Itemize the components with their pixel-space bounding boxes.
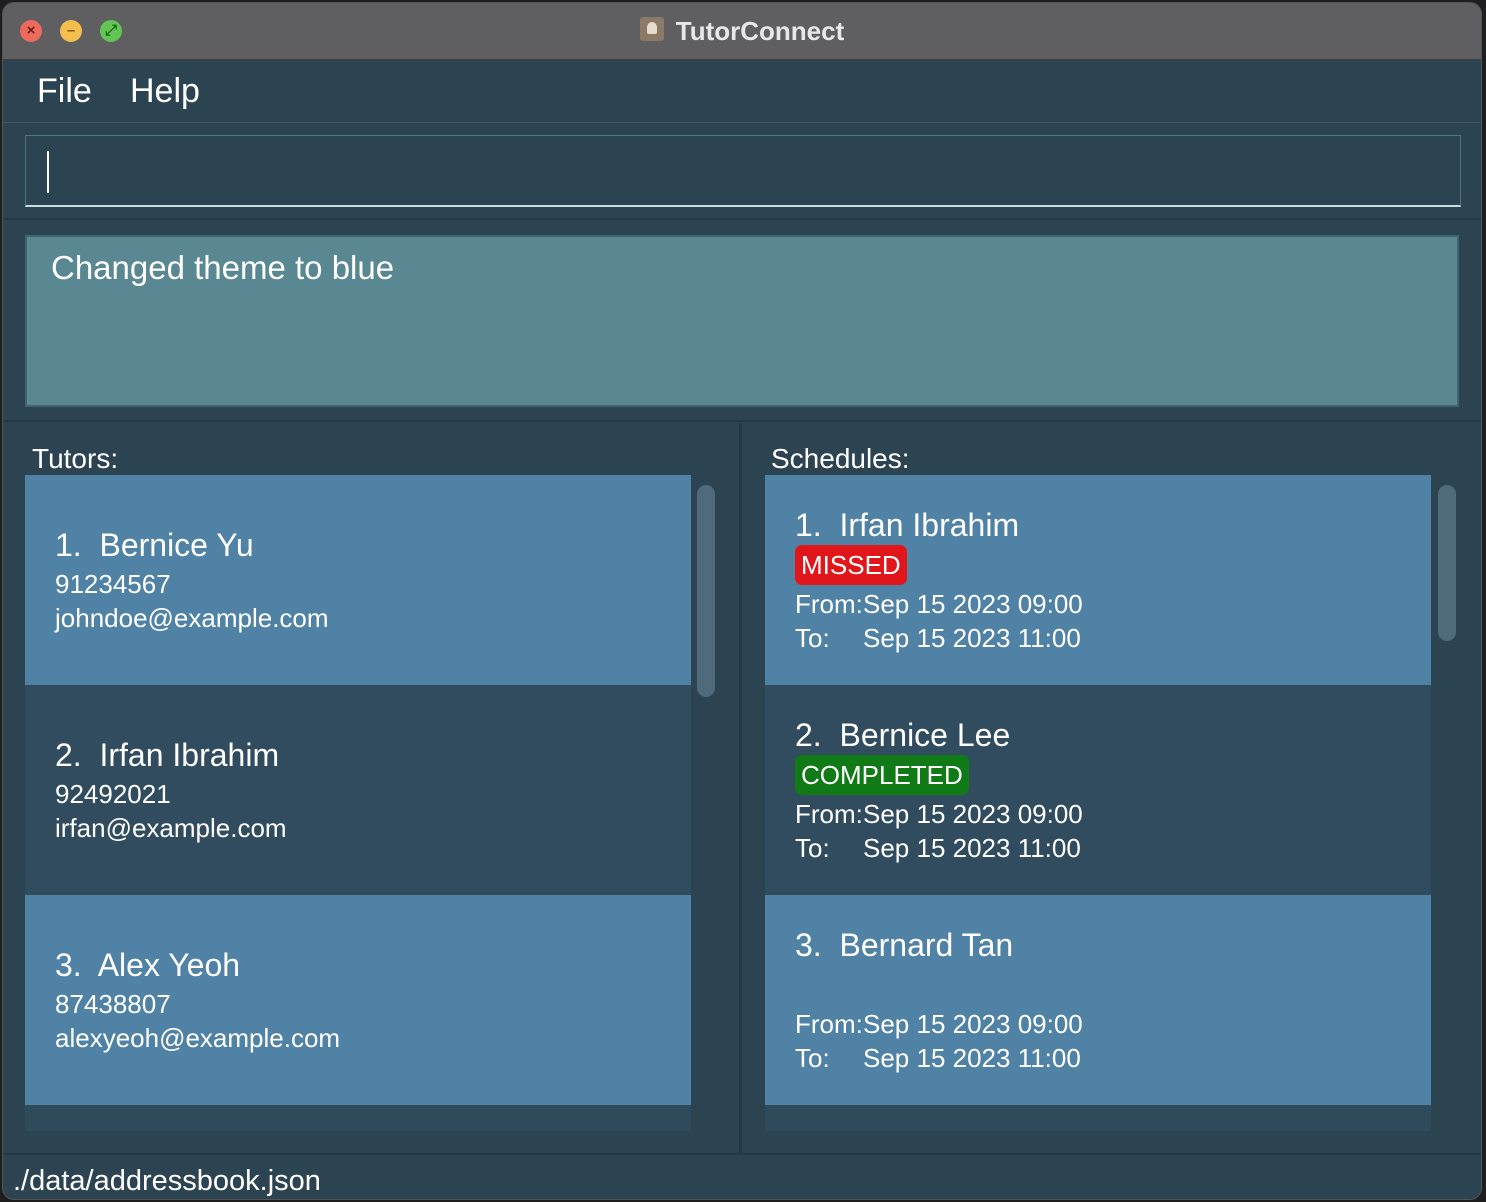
schedule-tutor-name: 1. Irfan Ibrahim (795, 507, 1019, 544)
schedule-index: 2. (795, 717, 822, 753)
menu-bar: File Help (3, 60, 1481, 122)
schedule-list-scroll-thumb[interactable] (1438, 485, 1456, 641)
schedule-to: To: Sep 15 2023 11:00 (795, 833, 1081, 864)
tutor-name: 2. Irfan Ibrahim (55, 737, 279, 774)
to-label: To: (795, 1043, 830, 1073)
tutors-label: Tutors: (32, 443, 119, 474)
tutor-name: 1. Bernice Yu (55, 527, 254, 564)
schedule-list-scrollbar[interactable] (1436, 475, 1458, 1131)
schedule-tutor-name: 3. Bernard Tan (795, 927, 1013, 964)
window-title: TutorConnect (675, 16, 845, 46)
tutor-phone: 87438807 (55, 989, 171, 1019)
text-caret (47, 151, 49, 193)
schedule-to: To: Sep 15 2023 11:00 (795, 1043, 1081, 1074)
to-label: To: (795, 623, 830, 653)
schedule-list[interactable]: 1. Irfan Ibrahim MISSED From:Sep 15 2023… (765, 475, 1431, 1131)
from-value: Sep 15 2023 09:00 (863, 799, 1083, 829)
schedules-panel: Schedules: 1. Irfan Ibrahim MISSED From:… (744, 423, 1481, 1153)
status-badge-completed: COMPLETED (795, 755, 969, 795)
contacts-app-icon (639, 17, 664, 41)
from-value: Sep 15 2023 09:00 (863, 1009, 1083, 1039)
menu-file[interactable]: File (37, 72, 92, 111)
tutor-name: 3. Alex Yeoh (55, 947, 240, 984)
schedule-name-text: Irfan Ibrahim (839, 507, 1020, 543)
to-value: Sep 15 2023 11:00 (863, 1043, 1081, 1073)
schedule-card-2[interactable]: 2. Bernice Lee COMPLETED From:Sep 15 202… (765, 685, 1431, 895)
app-window: × – ⤢ TutorConnect File Help Changed the… (2, 2, 1482, 1200)
schedule-name-text: Bernard Tan (839, 927, 1014, 963)
tutor-email: alexyeoh@example.com (55, 1023, 341, 1053)
window-title-container: TutorConnect (3, 3, 1481, 59)
schedules-label: Schedules: (771, 443, 910, 474)
schedule-index: 3. (795, 927, 822, 963)
schedule-to: To: Sep 15 2023 11:00 (795, 623, 1081, 654)
result-message: Changed theme to blue (51, 249, 395, 286)
tutors-panel: Tutors: 1. Bernice Yu 91234567 johndoe@e… (3, 423, 742, 1153)
tutor-name-text: Bernice Yu (99, 527, 254, 563)
tutor-index: 3. (55, 947, 82, 983)
to-value: Sep 15 2023 11:00 (863, 623, 1081, 653)
schedule-name-text: Bernice Lee (839, 717, 1011, 753)
tutor-list[interactable]: 1. Bernice Yu 91234567 johndoe@example.c… (25, 475, 691, 1131)
tutor-card-1[interactable]: 1. Bernice Yu 91234567 johndoe@example.c… (25, 475, 691, 685)
tutor-index: 2. (55, 737, 82, 773)
tutor-list-scrollbar[interactable] (695, 475, 717, 1131)
tutor-email: irfan@example.com (55, 813, 287, 843)
schedule-index: 1. (795, 507, 822, 543)
schedule-from: From:Sep 15 2023 09:00 (795, 1009, 1083, 1040)
from-label: From: (795, 799, 863, 829)
tutor-name-text: Alex Yeoh (97, 947, 241, 983)
schedule-tutor-name: 2. Bernice Lee (795, 717, 1010, 754)
command-input[interactable] (25, 135, 1461, 207)
result-display-area: Changed theme to blue (3, 218, 1481, 422)
tutor-phone: 92492021 (55, 779, 171, 809)
from-label: From: (795, 1009, 863, 1039)
to-value: Sep 15 2023 11:00 (863, 833, 1081, 863)
command-box-area (3, 122, 1481, 219)
schedule-from: From:Sep 15 2023 09:00 (795, 799, 1083, 830)
tutor-list-scroll-thumb[interactable] (697, 485, 715, 697)
tutor-card-2[interactable]: 2. Irfan Ibrahim 92492021 irfan@example.… (25, 685, 691, 895)
tutor-card-3[interactable]: 3. Alex Yeoh 87438807 alexyeoh@example.c… (25, 895, 691, 1105)
status-badge-missed: MISSED (795, 545, 907, 585)
schedule-card-3[interactable]: 3. Bernard Tan From:Sep 15 2023 09:00 To… (765, 895, 1431, 1105)
result-display: Changed theme to blue (25, 235, 1459, 407)
schedule-card-1[interactable]: 1. Irfan Ibrahim MISSED From:Sep 15 2023… (765, 475, 1431, 685)
data-file-path: ./data/addressbook.json (13, 1165, 321, 1197)
tutor-email: johndoe@example.com (55, 603, 329, 633)
to-label: To: (795, 833, 830, 863)
title-bar: × – ⤢ TutorConnect (3, 3, 1481, 60)
tutor-index: 1. (55, 527, 82, 563)
tutor-name-text: Irfan Ibrahim (99, 737, 280, 773)
tutor-phone: 91234567 (55, 569, 171, 599)
status-bar: ./data/addressbook.json (3, 1153, 1481, 1199)
menu-help[interactable]: Help (130, 72, 200, 111)
from-value: Sep 15 2023 09:00 (863, 589, 1083, 619)
schedule-from: From:Sep 15 2023 09:00 (795, 589, 1083, 620)
from-label: From: (795, 589, 863, 619)
